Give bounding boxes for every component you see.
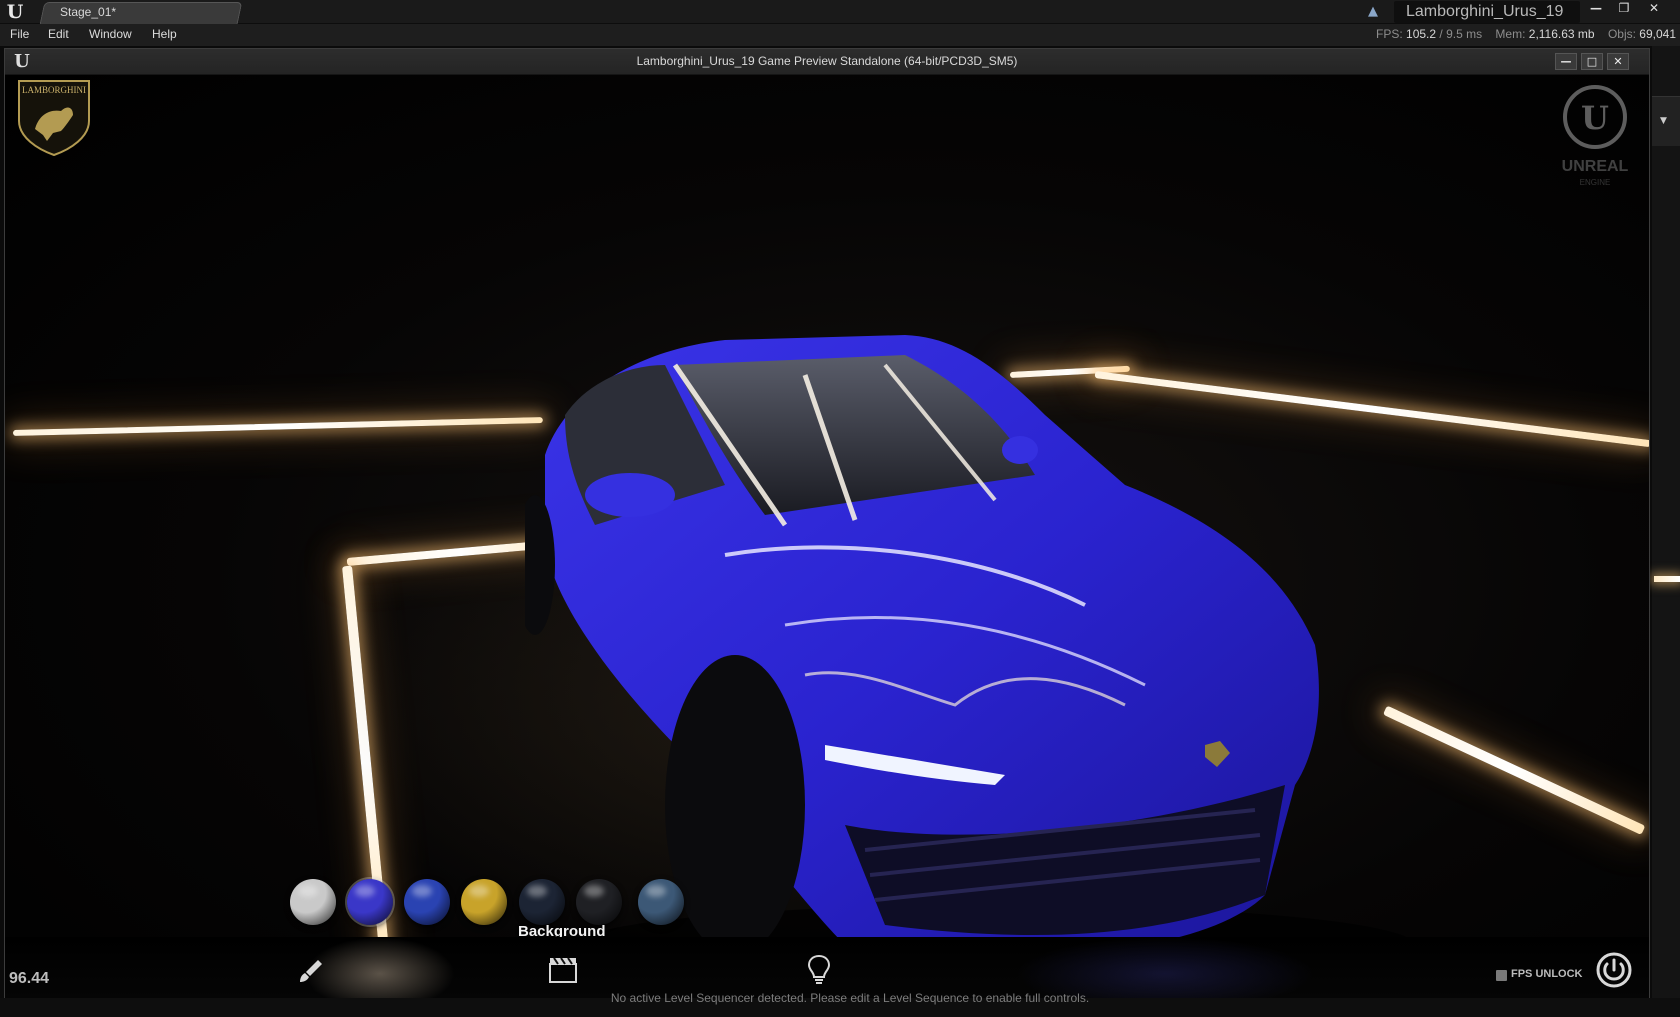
fps-label: FPS: bbox=[1376, 27, 1403, 41]
side-mirror-right bbox=[1002, 436, 1038, 464]
performance-stats: FPS: 105.2 / 9.5 ms Mem: 2,116.63 mb Obj… bbox=[1376, 27, 1676, 41]
svg-text:U: U bbox=[1581, 99, 1609, 137]
paint-swatch-black[interactable] bbox=[576, 879, 622, 925]
menu-window[interactable]: Window bbox=[89, 27, 132, 41]
graduation-cap-icon: ▲ bbox=[1368, 4, 1378, 19]
light-strip-back-left bbox=[12, 417, 543, 436]
game-window-title: Lamborghini_Urus_19 Game Preview Standal… bbox=[636, 54, 1018, 68]
paint-swatch-blue-selected[interactable] bbox=[347, 879, 393, 925]
mem-label: Mem: bbox=[1495, 27, 1526, 41]
paint-swatch-yellow[interactable] bbox=[461, 879, 507, 925]
editor-title-strip: U Stage_01* ▲ Lamborghini_Urus_19 — ❐ ✕ bbox=[0, 0, 1680, 24]
light-strip-edge bbox=[1654, 576, 1680, 582]
menu-edit[interactable]: Edit bbox=[48, 27, 69, 41]
paint-swatch-blue[interactable] bbox=[404, 879, 450, 925]
swatch-shine bbox=[412, 885, 432, 897]
lamborghini-logo-text: LAMBORGHINI bbox=[22, 85, 86, 95]
editor-menu-bar: File Edit Window Help FPS: 105.2 / 9.5 m… bbox=[0, 24, 1680, 46]
swatch-shine bbox=[469, 885, 489, 897]
side-mirror bbox=[585, 473, 675, 517]
project-name: Lamborghini_Urus_19 bbox=[1406, 3, 1564, 20]
mem-readout: 2,116.63 mb bbox=[1528, 27, 1595, 41]
stage-tab-label[interactable]: Stage_01* bbox=[60, 5, 116, 19]
fps-unlock-label[interactable]: FPS UNLOCK bbox=[1511, 968, 1583, 980]
game-preview-window: U Lamborghini_Urus_19 Game Preview Stand… bbox=[4, 48, 1650, 998]
clapperboard-icon[interactable] bbox=[546, 952, 580, 986]
watermark-text: UNREAL bbox=[1562, 158, 1629, 175]
close-icon[interactable]: ✕ bbox=[1607, 53, 1629, 70]
frame-time: 9.5 ms bbox=[1446, 27, 1483, 41]
swatch-shine bbox=[584, 885, 604, 897]
restore-icon[interactable]: ❐ bbox=[1612, 1, 1636, 17]
sequencer-message: No active Level Sequencer detected. Plea… bbox=[610, 991, 1090, 1005]
brush-icon[interactable] bbox=[294, 954, 328, 988]
objs-readout: 69,041 bbox=[1639, 27, 1676, 41]
game-window-titlebar[interactable]: U Lamborghini_Urus_19 Game Preview Stand… bbox=[5, 49, 1649, 75]
watermark-subtext: ENGINE bbox=[1580, 178, 1611, 187]
unreal-logo-icon[interactable]: U bbox=[4, 1, 26, 23]
editor-right-panel bbox=[1652, 46, 1680, 1017]
objs-label: Objs: bbox=[1607, 27, 1636, 41]
paint-swatch-steel-blue[interactable] bbox=[638, 879, 684, 925]
menu-help[interactable]: Help bbox=[152, 27, 177, 41]
fps-counter: 96.44 bbox=[9, 970, 50, 987]
lightbulb-icon[interactable] bbox=[802, 952, 836, 986]
front-wheel bbox=[665, 655, 805, 955]
fps-readout: 105.2 bbox=[1406, 27, 1437, 41]
toolbar-glow bbox=[1015, 937, 1315, 998]
viewport-3d[interactable]: LAMBORGHINI U UNREAL ENGINE Background 9… bbox=[5, 75, 1649, 998]
power-icon[interactable] bbox=[1595, 951, 1633, 989]
fps-unlock-checkbox[interactable] bbox=[1496, 970, 1507, 981]
minimize-icon[interactable]: — bbox=[1555, 53, 1577, 70]
lamborghini-shield-logo: LAMBORGHINI bbox=[18, 80, 90, 157]
paint-swatch-white[interactable] bbox=[290, 879, 336, 925]
chevron-down-icon[interactable]: ▼ bbox=[1660, 116, 1667, 126]
swatch-shine bbox=[298, 885, 318, 897]
minimize-icon[interactable]: — bbox=[1584, 1, 1608, 17]
menu-file[interactable]: File bbox=[10, 27, 29, 41]
maximize-icon[interactable]: □ bbox=[1581, 53, 1603, 70]
swatch-shine bbox=[646, 885, 666, 897]
close-icon[interactable]: ✕ bbox=[1642, 1, 1666, 17]
unreal-engine-watermark: U UNREAL ENGINE bbox=[1562, 85, 1629, 187]
swatch-shine bbox=[527, 885, 547, 897]
swatch-shine bbox=[355, 885, 375, 897]
paint-swatch-black-blue[interactable] bbox=[519, 879, 565, 925]
